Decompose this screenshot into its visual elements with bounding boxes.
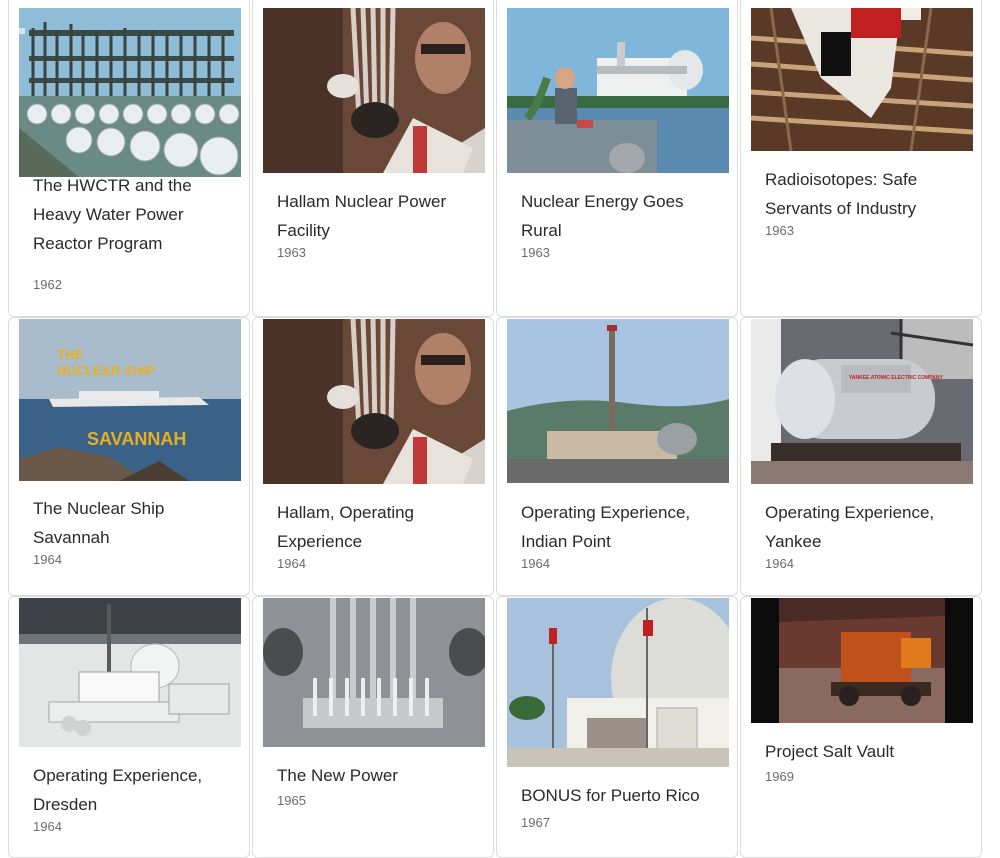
film-title[interactable]: Hallam, Operating Experience xyxy=(277,498,479,556)
film-title[interactable]: The New Power xyxy=(277,761,479,790)
film-card[interactable]: YANKEE ATOMIC ELECTRIC COMPANY Operating… xyxy=(740,317,982,596)
film-grid: The HWCTR and the Heavy Water Power Reac… xyxy=(8,0,986,858)
film-card[interactable]: Project Salt Vault 1969 xyxy=(740,596,982,858)
bonus-dome-thumbnail[interactable] xyxy=(507,598,729,767)
film-year: 1964 xyxy=(277,556,306,571)
indian-point-plant-thumbnail[interactable] xyxy=(507,319,729,483)
hwctr-reactor-thumbnail[interactable] xyxy=(19,8,241,177)
yankee-vessel-thumbnail[interactable]: YANKEE ATOMIC ELECTRIC COMPANY xyxy=(751,319,973,484)
savannah-title-line: NUCLEAR SHIP xyxy=(57,363,155,378)
film-title[interactable]: Operating Experience, Indian Point xyxy=(521,498,723,556)
film-title[interactable]: Radioisotopes: Safe Servants of Industry xyxy=(765,165,967,223)
film-year: 1964 xyxy=(33,819,62,834)
film-card[interactable]: Hallam Nuclear Power Facility 1963 xyxy=(252,0,494,317)
radioisotopes-worker-thumbnail[interactable] xyxy=(751,8,973,151)
film-year: 1963 xyxy=(765,223,794,238)
film-title[interactable]: Hallam Nuclear Power Facility xyxy=(277,187,479,245)
film-card[interactable]: Operating Experience, Indian Point 1964 xyxy=(496,317,738,596)
film-card[interactable]: Nuclear Energy Goes Rural 1963 xyxy=(496,0,738,317)
savannah-title-line: SAVANNAH xyxy=(87,429,186,449)
yankee-vessel-label: YANKEE ATOMIC ELECTRIC COMPANY xyxy=(849,375,943,381)
hallam-fuel-rods-thumbnail[interactable] xyxy=(263,8,485,173)
film-title[interactable]: The HWCTR and the Heavy Water Power Reac… xyxy=(33,171,235,258)
film-card[interactable]: Hallam, Operating Experience 1964 xyxy=(252,317,494,596)
film-year: 1963 xyxy=(277,245,306,260)
salt-vault-mine-thumbnail[interactable] xyxy=(751,598,973,723)
rural-power-plant-thumbnail[interactable] xyxy=(507,8,729,173)
nuclear-ship-savannah-thumbnail[interactable]: THE NUCLEAR SHIP SAVANNAH xyxy=(19,319,241,481)
film-card[interactable]: The HWCTR and the Heavy Water Power Reac… xyxy=(8,0,250,317)
film-card[interactable]: BONUS for Puerto Rico 1967 xyxy=(496,596,738,858)
film-year: 1969 xyxy=(765,769,794,784)
film-title[interactable]: The Nuclear Ship Savannah xyxy=(33,494,235,552)
film-year: 1962 xyxy=(33,277,62,292)
film-card[interactable]: Operating Experience, Dresden 1964 xyxy=(8,596,250,858)
film-year: 1967 xyxy=(521,815,550,830)
hallam-fuel-rods-thumbnail[interactable] xyxy=(263,319,485,484)
new-power-reactor-thumbnail[interactable] xyxy=(263,598,485,747)
film-card[interactable]: Radioisotopes: Safe Servants of Industry… xyxy=(740,0,982,317)
film-year: 1963 xyxy=(521,245,550,260)
film-year: 1965 xyxy=(277,793,306,808)
film-card[interactable]: THE NUCLEAR SHIP SAVANNAH The Nuclear Sh… xyxy=(8,317,250,596)
film-title[interactable]: Operating Experience, Dresden xyxy=(33,761,235,819)
dresden-plant-thumbnail[interactable] xyxy=(19,598,241,747)
film-title[interactable]: Operating Experience, Yankee xyxy=(765,498,967,556)
film-title[interactable]: BONUS for Puerto Rico xyxy=(521,781,723,810)
savannah-title-line: THE xyxy=(57,347,83,362)
film-title[interactable]: Project Salt Vault xyxy=(765,737,967,766)
film-year: 1964 xyxy=(33,552,62,567)
film-year: 1964 xyxy=(521,556,550,571)
film-title[interactable]: Nuclear Energy Goes Rural xyxy=(521,187,723,245)
film-card[interactable]: The New Power 1965 xyxy=(252,596,494,858)
film-year: 1964 xyxy=(765,556,794,571)
